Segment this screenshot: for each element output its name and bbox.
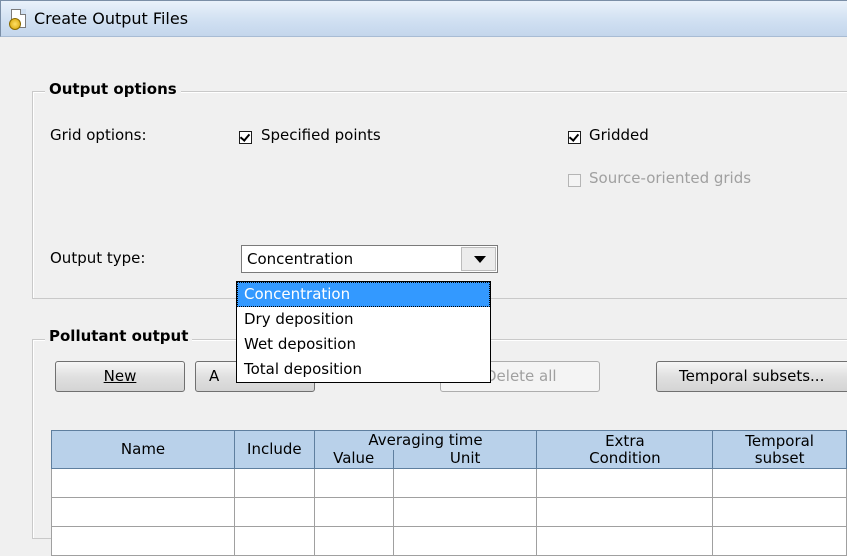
dropdown-option-dry-deposition[interactable]: Dry deposition [237, 307, 490, 332]
table-cell[interactable] [50, 497, 236, 527]
output-type-dropdown-list[interactable]: Concentration Dry deposition Wet deposit… [236, 281, 491, 383]
pollutant-output-title: Pollutant output [45, 327, 193, 345]
output-type-value: Concentration [247, 250, 354, 268]
pollutant-output-table[interactable]: Name Include Averaging time Extra Condit… [50, 430, 847, 556]
table-cell[interactable] [313, 497, 394, 527]
specified-points-label[interactable]: Specified points [261, 126, 381, 144]
table-row[interactable] [50, 468, 847, 498]
add-button-label: A [209, 367, 220, 385]
table-cell[interactable] [234, 468, 315, 498]
check-mark-icon [568, 131, 580, 142]
temporal-subsets-button[interactable]: Temporal subsets... [656, 361, 847, 392]
table-cell[interactable] [712, 497, 847, 527]
col-header-temporal-line2: subset [754, 448, 805, 467]
table-cell[interactable] [392, 468, 538, 498]
table-cell[interactable] [234, 497, 315, 527]
table-cell[interactable] [313, 468, 394, 498]
source-oriented-grids-checkbox [568, 174, 581, 187]
app-icon [9, 9, 26, 30]
new-button[interactable]: New [55, 361, 185, 392]
delete-all-label: Delete all [485, 367, 557, 385]
table-cell[interactable] [392, 497, 538, 527]
output-type-select[interactable]: Concentration [241, 245, 498, 273]
gridded-checkbox[interactable] [568, 131, 581, 144]
dropdown-option-wet-deposition[interactable]: Wet deposition [237, 332, 490, 357]
new-button-label: New [103, 367, 137, 385]
col-header-temporal-subset[interactable]: Temporal subset [712, 430, 847, 469]
check-mark-icon [239, 131, 251, 142]
col-header-temporal-line1: Temporal [745, 431, 814, 450]
col-header-extra-line2: Condition [589, 448, 661, 467]
table-cell[interactable] [313, 526, 394, 556]
table-cell[interactable] [50, 468, 236, 498]
table-row[interactable] [50, 497, 847, 527]
col-header-value[interactable]: Value [313, 449, 394, 469]
table-cell[interactable] [536, 468, 714, 498]
grid-options-label: Grid options: [50, 126, 147, 144]
output-type-label: Output type: [50, 249, 146, 267]
col-header-averaging-time: Averaging time [313, 430, 538, 450]
table-cell[interactable] [712, 526, 847, 556]
dropdown-option-total-deposition[interactable]: Total deposition [237, 357, 490, 382]
col-header-extra-line1: Extra [605, 431, 645, 450]
table-cell[interactable] [50, 526, 236, 556]
table-row[interactable] [50, 526, 847, 556]
col-header-include[interactable]: Include [234, 430, 315, 469]
col-header-name[interactable]: Name [50, 430, 236, 469]
dropdown-option-concentration[interactable]: Concentration [237, 282, 490, 307]
output-options-title: Output options [45, 80, 181, 98]
gridded-label[interactable]: Gridded [589, 126, 649, 144]
chevron-down-icon[interactable] [461, 247, 496, 271]
source-oriented-grids-label: Source-oriented grids [589, 169, 752, 187]
table-cell[interactable] [712, 468, 847, 498]
window-title: Create Output Files [34, 9, 189, 28]
specified-points-checkbox[interactable] [239, 131, 252, 144]
table-cell[interactable] [392, 526, 538, 556]
table-cell[interactable] [536, 497, 714, 527]
temporal-subsets-label: Temporal subsets... [679, 367, 825, 385]
table-cell[interactable] [536, 526, 714, 556]
table-cell[interactable] [234, 526, 315, 556]
col-header-extra-condition[interactable]: Extra Condition [536, 430, 714, 469]
col-header-unit[interactable]: Unit [392, 449, 538, 469]
title-bar: Create Output Files [0, 0, 847, 37]
